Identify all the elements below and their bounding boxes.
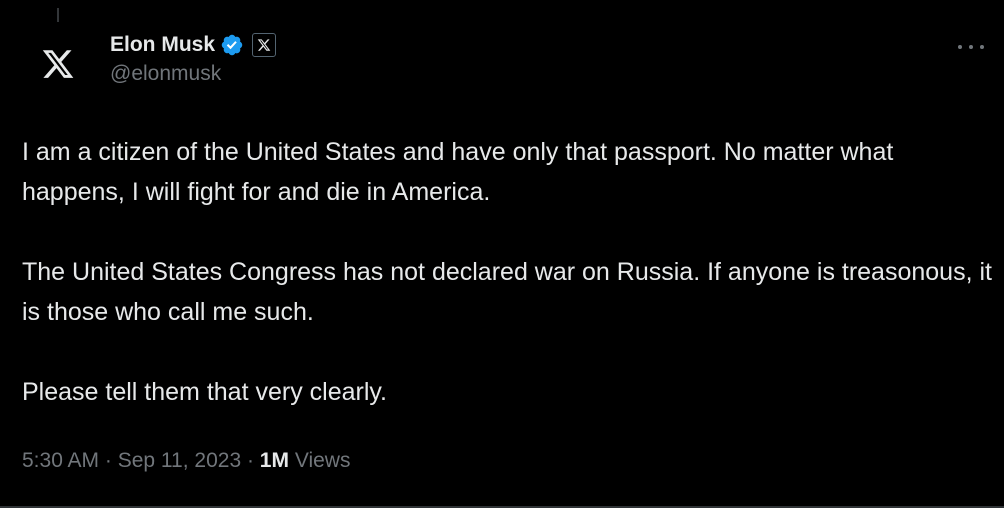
avatar[interactable] <box>28 34 88 94</box>
tweet-text: I am a citizen of the United States and … <box>22 132 992 412</box>
verified-badge-icon[interactable] <box>220 33 244 57</box>
more-dot <box>969 45 973 49</box>
meta-separator: · <box>99 449 118 472</box>
author-name[interactable]: Elon Musk <box>110 33 215 57</box>
views-count: 1M <box>259 449 289 472</box>
author-handle[interactable]: @elonmusk <box>110 62 276 86</box>
tweet-paragraph: The United States Congress has not decla… <box>22 258 992 326</box>
tweet-date[interactable]: Sep 11, 2023 <box>118 449 241 473</box>
views-label: Views <box>288 449 351 472</box>
more-dot <box>958 45 962 49</box>
name-row: Elon Musk <box>110 30 277 60</box>
more-dot <box>980 45 984 49</box>
tweet-paragraph: Please tell them that very clearly. <box>22 378 387 406</box>
tweet-paragraph: I am a citizen of the United States and … <box>22 138 894 206</box>
x-logo-icon <box>42 50 74 78</box>
thread-connector-line <box>57 8 59 22</box>
x-affiliation-icon[interactable] <box>252 33 277 57</box>
tweet-time[interactable]: 5:30 AM <box>22 449 99 473</box>
meta-separator: · <box>241 449 260 472</box>
more-options-icon[interactable] <box>958 38 984 56</box>
tweet-header: Elon Musk @elonmusk <box>110 30 277 86</box>
tweet-meta: 5:30 AM · Sep 11, 2023 · 1M Views <box>22 449 350 473</box>
